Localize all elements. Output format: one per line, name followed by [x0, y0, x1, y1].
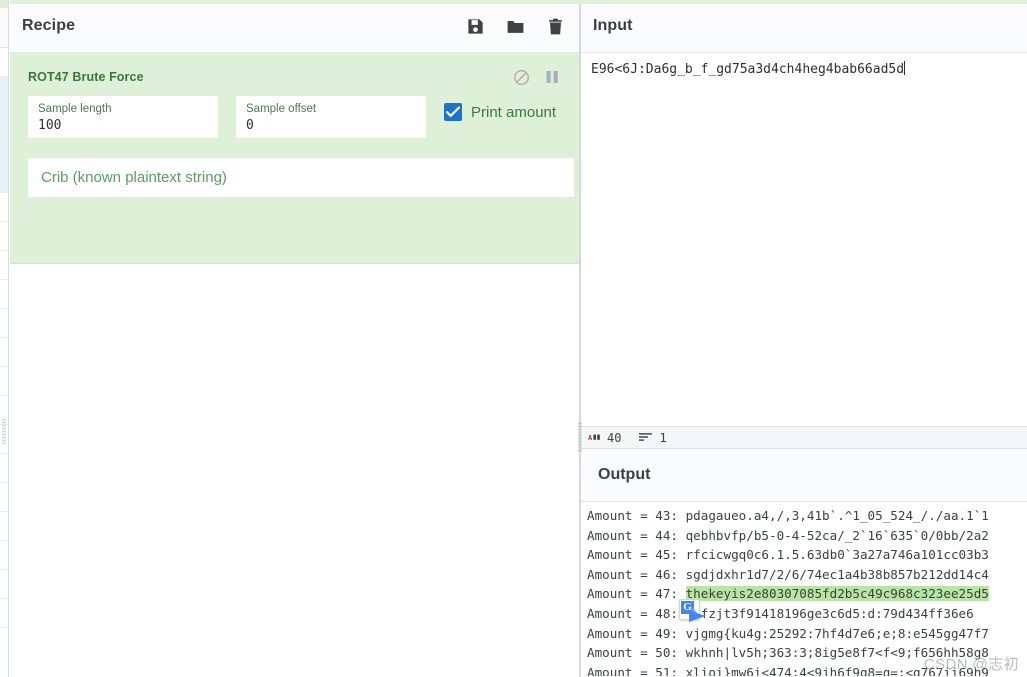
ops-sliver-row[interactable] [0, 77, 8, 106]
ops-sliver-top-strip [0, 0, 8, 8]
save-icon[interactable] [466, 17, 485, 36]
output-line-text: sgdjdxhr1d7/2/6/74ec1a4b38b857b212dd14c4 [685, 566, 989, 582]
crib-input[interactable]: Crib (known plaintext string) [28, 158, 574, 197]
ops-sliver-row[interactable] [0, 512, 8, 541]
input-textarea[interactable]: E96<6J:Da6g_b_f_gd75a3d4ch4heg4bab66ad5d [581, 53, 1027, 79]
io-column: Input E96<6J:Da6g_b_f_gd75a3d4ch4heg4bab… [581, 0, 1027, 677]
output-line: Amount = 49: vjgmg{ku4g:25292:7hf4d7e6;e… [581, 624, 1027, 644]
trash-icon[interactable] [546, 17, 565, 36]
output-line: Amount = 43: pdagaueo.a4,/,3,41b`.^1_05_… [581, 506, 1027, 526]
recipe-pane: Recipe ROT47 Brute Force Sample length 1… [10, 0, 580, 677]
output-line-text: thekeyis2e80307085fd2b5c49c968c323ee25d5 [685, 586, 989, 602]
output-line: Amount = 46: sgdjdxhr1d7/2/6/74ec1a4b38b… [581, 565, 1027, 585]
operation-header: ROT47 Brute Force [28, 66, 565, 88]
recipe-toolbar [466, 17, 565, 36]
output-pane: Output Amount = 43: pdagaueo.a4,/,3,41b`… [581, 449, 1027, 677]
print-amount-checkbox-wrap[interactable]: Print amount [444, 103, 556, 121]
ops-sliver-row[interactable] [0, 222, 8, 251]
output-title: Output [598, 466, 651, 483]
text-caret [904, 61, 906, 75]
output-line-text: rfcicwgq0c6.1.5.63db0`3a27a746a101cc03b3 [685, 547, 989, 563]
recipe-title: Recipe [22, 17, 76, 34]
ops-sliver-row[interactable] [0, 135, 8, 164]
ops-sliver-row[interactable] [0, 338, 8, 367]
output-line-prefix: Amount = 50: [587, 645, 686, 661]
io-pane-resize-handle[interactable] [578, 422, 582, 452]
ops-sliver-row[interactable] [0, 541, 8, 570]
sample-length-label: Sample length [38, 103, 112, 115]
output-title-bar: Output [581, 449, 1027, 502]
output-line: Amount = 48: flfzjt3f91418196ge3c6d5:d:7… [581, 604, 1027, 624]
sample-offset-value: 0 [246, 118, 254, 133]
recipe-drop-area[interactable] [10, 264, 579, 676]
crib-placeholder: Crib (known plaintext string) [41, 169, 227, 186]
output-line-text: xlioi}mw6i<474;4<9jh6f9g8=g=:<g767ii69h9 [685, 664, 989, 676]
ops-sliver-row[interactable] [0, 48, 8, 77]
print-amount-label: Print amount [471, 103, 557, 121]
disable-icon[interactable] [513, 69, 530, 86]
ops-sliver-row[interactable] [0, 367, 8, 396]
sample-offset-field[interactable]: Sample offset 0 [236, 96, 426, 138]
google-translate-pointer-icon [689, 609, 711, 622]
ops-sliver-row[interactable] [0, 106, 8, 135]
output-line-prefix: Amount = 51: [587, 664, 686, 676]
ops-pane-resize-handle[interactable] [2, 418, 6, 444]
output-text[interactable]: Amount = 43: pdagaueo.a4,/,3,41b`.^1_05_… [581, 502, 1027, 676]
operation-arguments: Sample length 100 Sample offset 0 Print … [28, 96, 565, 138]
output-line-text: wkhnh|lv5h;363:3;8ig5e8f7<f<9;f656hh58g8 [685, 645, 989, 661]
output-line: Amount = 47: thekeyis2e80307085fd2b5c49c… [581, 584, 1027, 604]
svg-text:A: A [588, 434, 593, 442]
output-line-text: vjgmg{ku4g:25292:7hf4d7e6;e;8:e545gg47f7 [685, 625, 989, 641]
pause-icon[interactable] [546, 70, 559, 85]
output-line-prefix: Amount = 47: [587, 586, 686, 602]
output-line-prefix: Amount = 43: [587, 508, 686, 523]
output-line-prefix: Amount = 48: [587, 605, 686, 621]
ops-sliver-row[interactable] [0, 251, 8, 280]
sample-length-field[interactable]: Sample length 100 [28, 96, 218, 138]
output-line-text: pdagaueo.a4,/,3,41b`.^1_05_524_/./aa.1`1 [685, 508, 989, 523]
operation-controls [513, 69, 565, 86]
operations-list-sliver[interactable] [0, 0, 9, 677]
output-line: Amount = 50: wkhnh|lv5h;363:3;8ig5e8f7<f… [581, 643, 1027, 663]
output-line-prefix: Amount = 44: [587, 527, 686, 543]
input-status-bar: A 40 1 [581, 426, 1027, 449]
sample-offset-label: Sample offset [246, 103, 317, 115]
output-line: Amount = 51: xlioi}mw6i<474;4<9jh6f9g8=g… [581, 663, 1027, 676]
ops-sliver-row[interactable] [0, 164, 8, 193]
output-line: Amount = 44: qebhbvfp/b5-0-4-52ca/_2`16`… [581, 526, 1027, 546]
ops-sliver-row[interactable] [0, 454, 8, 483]
lines-stat: 1 [639, 430, 667, 445]
ops-sliver-row[interactable] [0, 309, 8, 338]
output-line-text: qebhbvfp/b5-0-4-52ca/_2`16`635`0/0bb/2a2 [685, 527, 989, 543]
recipe-title-bar: Recipe [10, 0, 579, 53]
check-icon [446, 106, 460, 117]
length-stat: A 40 [588, 430, 621, 445]
input-value: E96<6J:Da6g_b_f_gd75a3d4ch4heg4bab66ad5d [591, 62, 905, 77]
input-length: 40 [607, 430, 622, 445]
input-pane: Input E96<6J:Da6g_b_f_gd75a3d4ch4heg4bab… [581, 0, 1027, 425]
ops-sliver-row[interactable] [0, 280, 8, 309]
sample-length-value: 100 [38, 118, 62, 133]
input-title: Input [593, 17, 633, 34]
output-line-text: flfzjt3f91418196ge3c6d5:d:79d434ff36e6 [685, 605, 974, 621]
input-title-bar: Input [581, 0, 1027, 53]
output-line-prefix: Amount = 45: [587, 547, 686, 563]
abc-icon: A [588, 430, 601, 445]
top-accent-strip [10, 0, 1027, 4]
ops-sliver-row[interactable] [0, 193, 8, 222]
ops-sliver-title [0, 8, 8, 48]
ops-sliver-row[interactable] [0, 599, 8, 628]
output-line-prefix: Amount = 49: [587, 625, 686, 641]
output-line: Amount = 45: rfcicwgq0c6.1.5.63db0`3a27a… [581, 545, 1027, 565]
print-amount-checkbox[interactable] [444, 103, 462, 121]
folder-icon[interactable] [506, 17, 525, 36]
output-line-prefix: Amount = 46: [587, 566, 686, 582]
ops-sliver-row[interactable] [0, 570, 8, 599]
cyberchef-window: Recipe ROT47 Brute Force Sample length 1… [0, 0, 1027, 677]
ops-sliver-row[interactable] [0, 483, 8, 512]
lines-icon [639, 430, 653, 445]
operation-title: ROT47 Brute Force [28, 70, 144, 84]
operation-card-rot47-brute-force[interactable]: ROT47 Brute Force Sample length 100 Samp… [10, 53, 579, 264]
input-lines: 1 [659, 430, 667, 445]
